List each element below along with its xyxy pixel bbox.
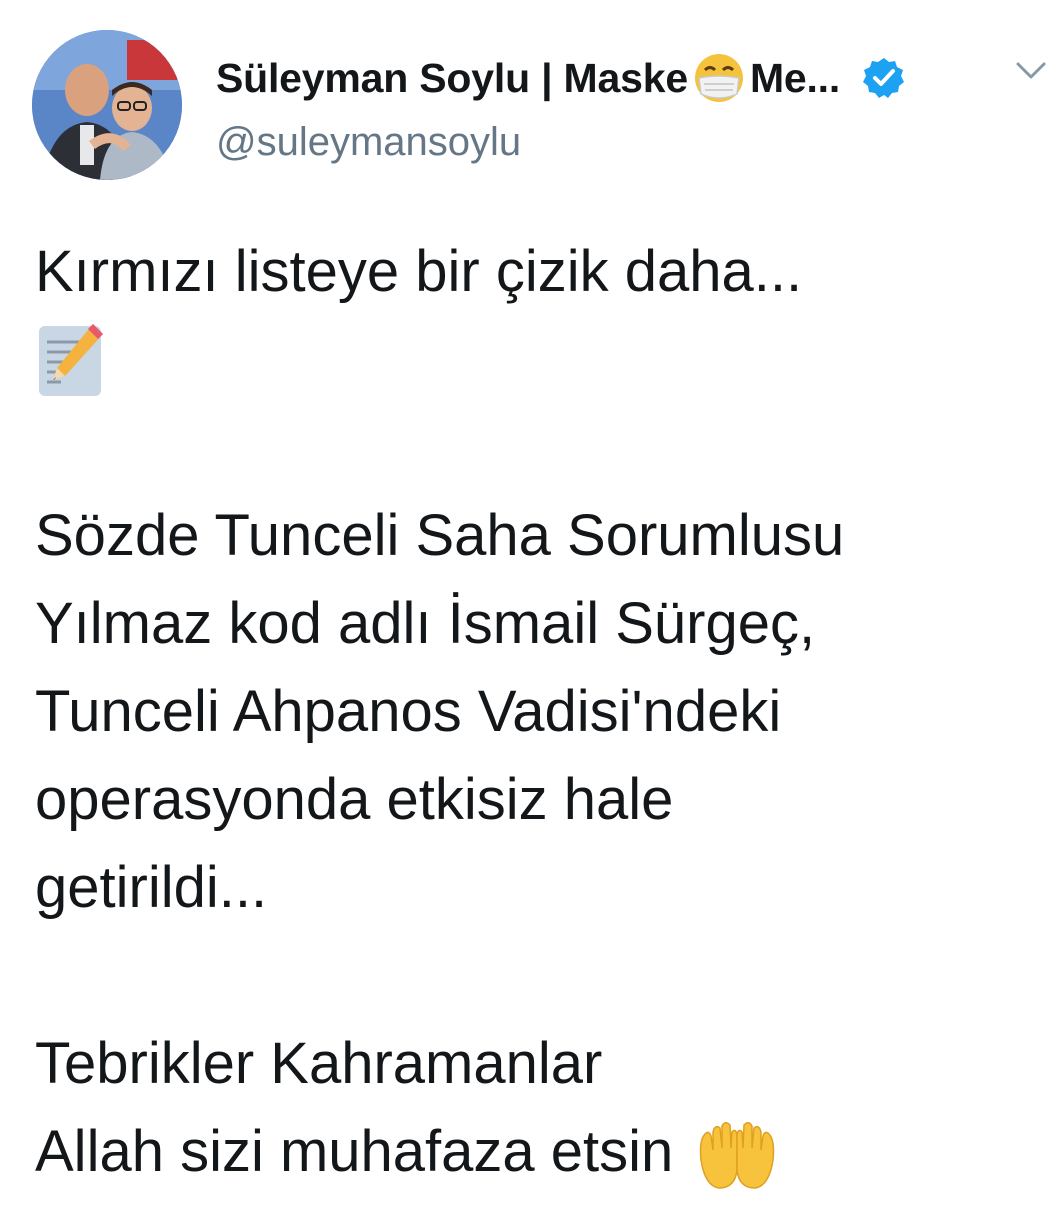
tweet-line: Kırmızı listeye bir çizik daha... [35,239,803,304]
tweet-text: Kırmızı listeye bir çizik daha... Sözde … [35,228,1025,1196]
avatar-image [32,30,182,180]
tweet-line: Tebrikler Kahramanlar [35,1031,603,1096]
tweet-line: Sözde Tunceli Saha Sorumlusu [35,503,845,568]
tweet-line: Allah sizi muhafaza etsin [35,1119,674,1184]
chevron-down-icon[interactable] [1014,60,1048,82]
tweet-last-line: Allah sizi muhafaza etsin [35,1108,1025,1196]
tweet-header: Süleyman Soylu | Maske Me... @suleymanso… [32,30,1046,180]
display-name-row[interactable]: Süleyman Soylu | Maske Me... [216,50,906,106]
verified-badge-icon [862,56,906,100]
tweet-line: Tunceli Ahpanos Vadisi'ndeki [35,679,782,744]
user-handle[interactable]: @suleymansoylu [216,120,521,165]
tweet-line: getirildi... [35,855,268,920]
avatar[interactable] [32,30,182,180]
display-name-prefix[interactable]: Süleyman Soylu | Maske [216,55,688,102]
tweet-line: operasyonda etkisiz hale [35,767,674,832]
palms-up-together-emoji [695,1120,779,1192]
face-with-medical-mask-emoji [690,52,748,104]
tweet-emoji-line [35,316,1025,404]
display-name-suffix[interactable]: Me... [750,55,840,102]
tweet-line: Yılmaz kod adlı İsmail Sürgeç, [35,591,816,656]
memo-emoji [35,320,105,400]
